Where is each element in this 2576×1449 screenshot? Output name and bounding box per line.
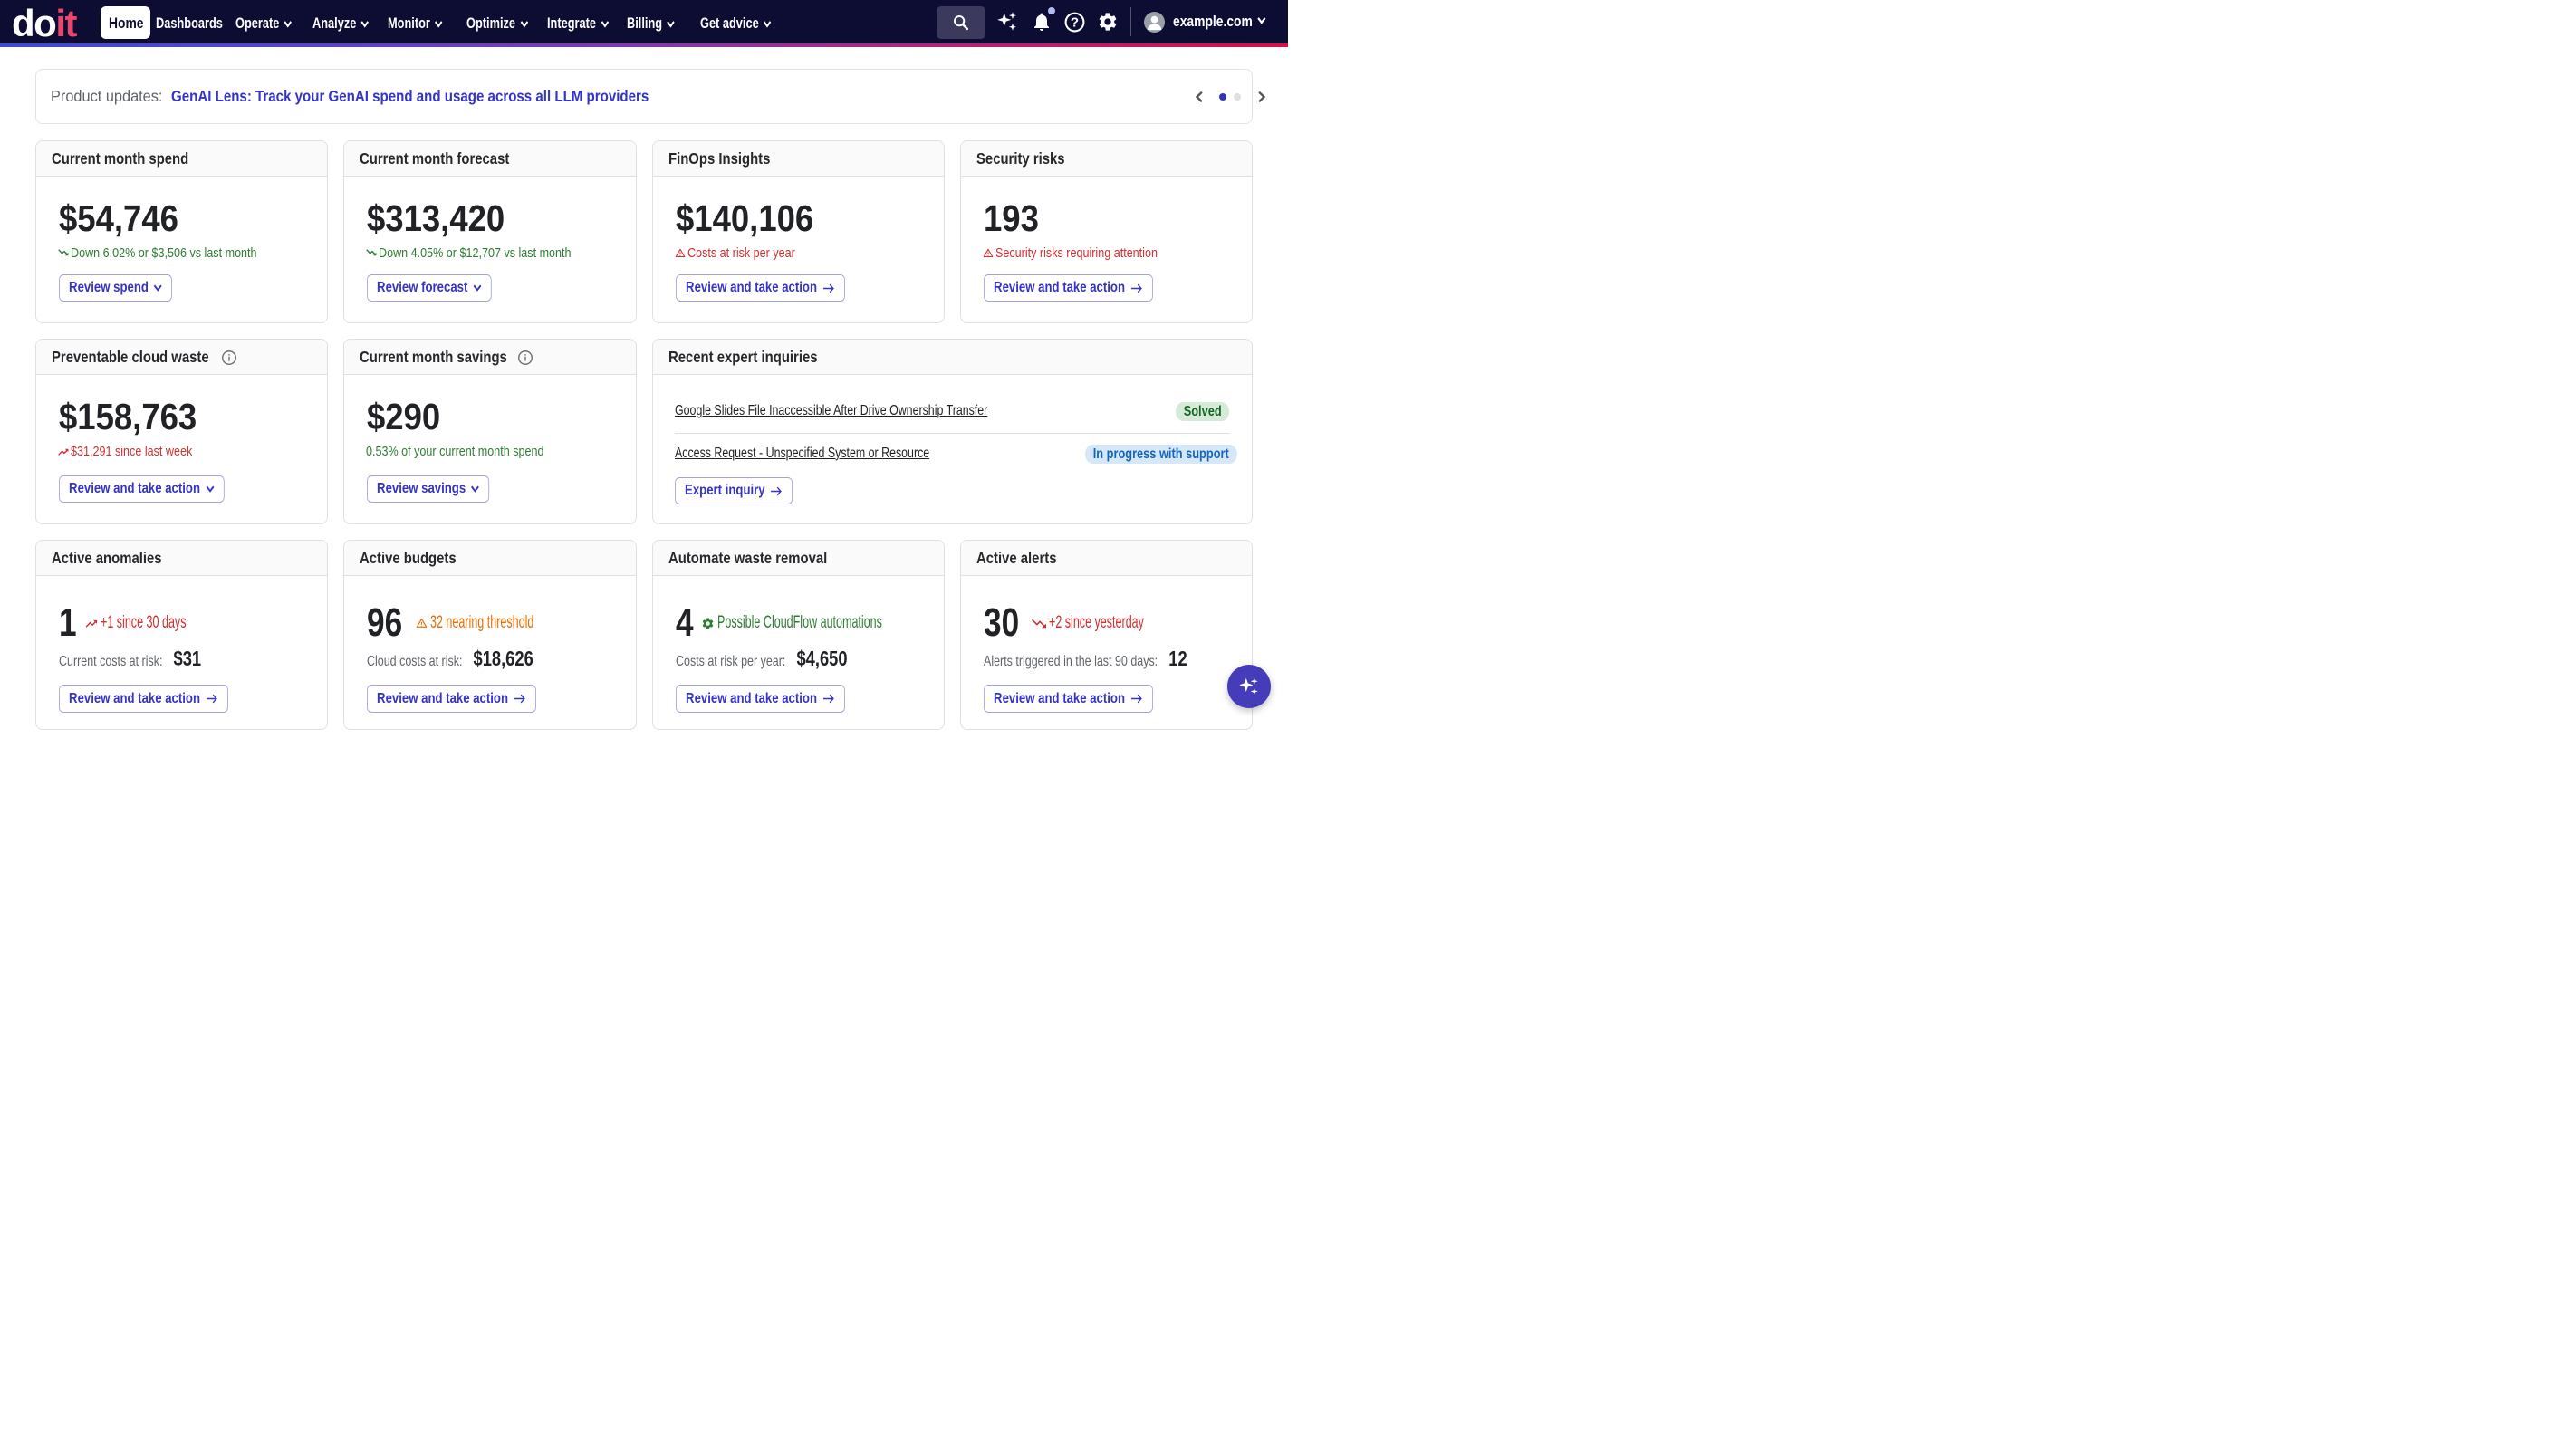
svg-text:?: ?: [1070, 14, 1078, 30]
